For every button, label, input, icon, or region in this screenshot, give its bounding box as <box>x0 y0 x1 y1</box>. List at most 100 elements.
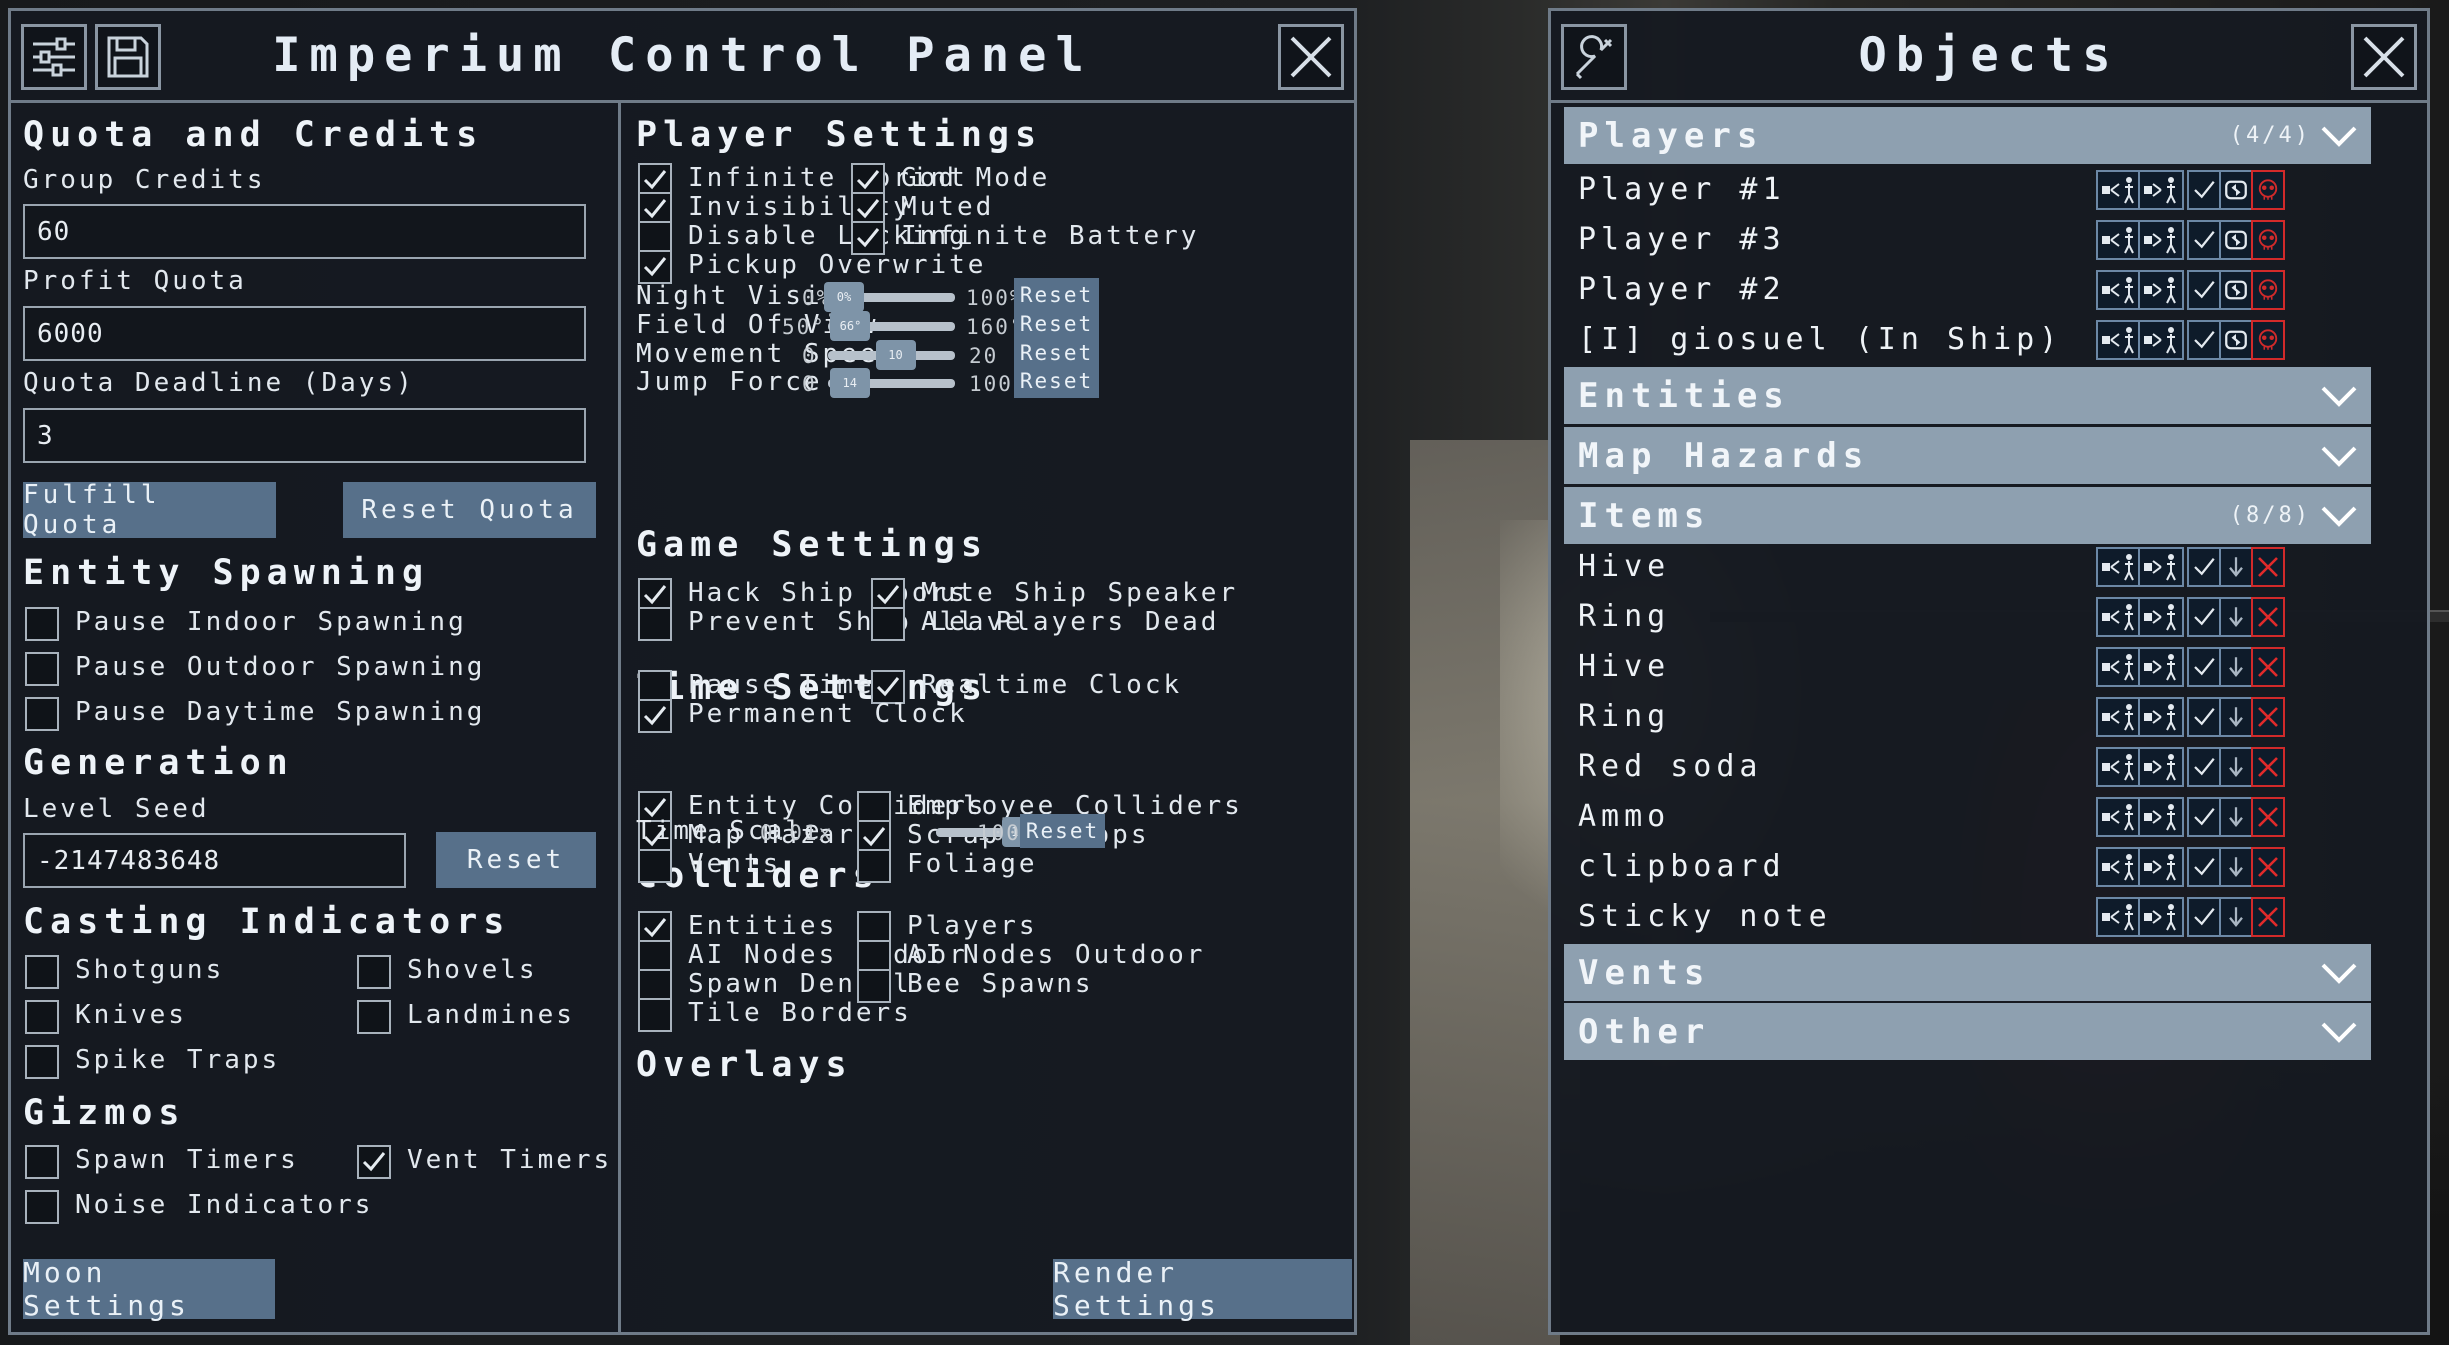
teleport-to-button[interactable] <box>2096 597 2142 637</box>
select-button[interactable] <box>2187 597 2221 637</box>
close-objects-panel-button[interactable] <box>2351 24 2417 90</box>
time-scale-reset-button[interactable]: Reset <box>1020 814 1105 848</box>
teleport-to-button[interactable] <box>2096 747 2142 787</box>
spawn-timers-checkbox[interactable] <box>25 1145 59 1179</box>
teleport-here-button[interactable] <box>2138 797 2184 837</box>
pause-indoor-spawning-checkbox[interactable] <box>25 607 59 641</box>
field-of-view-thumb[interactable]: 66° <box>830 311 871 341</box>
reset-seed-button[interactable]: Reset <box>436 832 596 888</box>
teleport-to-button[interactable] <box>2096 847 2142 887</box>
select-button[interactable] <box>2187 220 2221 260</box>
teleport-here-button[interactable] <box>2138 220 2184 260</box>
drop-button[interactable] <box>2219 547 2253 587</box>
teleport-to-button[interactable] <box>2096 220 2142 260</box>
close-control-panel-button[interactable] <box>1278 24 1344 90</box>
all-players-dead-checkbox[interactable] <box>871 607 905 641</box>
prevent-ship-leave-checkbox[interactable] <box>638 607 672 641</box>
delete-button[interactable] <box>2251 597 2285 637</box>
drop-button[interactable] <box>2219 747 2253 787</box>
select-button[interactable] <box>2187 897 2221 937</box>
teleport-here-button[interactable] <box>2138 547 2184 587</box>
teleport-to-button[interactable] <box>2096 547 2142 587</box>
night-vision-slider[interactable]: 0% <box>824 282 955 312</box>
teleport-here-button[interactable] <box>2138 270 2184 310</box>
kill-button[interactable] <box>2251 270 2285 310</box>
group-credits-input[interactable]: 60 <box>23 204 586 259</box>
objects-tools-button[interactable] <box>1561 24 1627 90</box>
vents-collider-checkbox[interactable] <box>638 849 672 883</box>
kill-button[interactable] <box>2251 170 2285 210</box>
teleport-here-button[interactable] <box>2138 747 2184 787</box>
vents-section-header[interactable]: Vents <box>1564 944 2371 1001</box>
select-button[interactable] <box>2187 547 2221 587</box>
foliage-collider-checkbox[interactable] <box>857 849 891 883</box>
pause-outdoor-spawning-checkbox[interactable] <box>25 652 59 686</box>
delete-button[interactable] <box>2251 747 2285 787</box>
revive-button[interactable] <box>2219 320 2253 360</box>
revive-button[interactable] <box>2219 270 2253 310</box>
select-button[interactable] <box>2187 170 2221 210</box>
landmines-checkbox[interactable] <box>357 1000 391 1034</box>
teleport-here-button[interactable] <box>2138 697 2184 737</box>
teleport-to-button[interactable] <box>2096 320 2142 360</box>
drop-button[interactable] <box>2219 847 2253 887</box>
tile-borders-overlay-checkbox[interactable] <box>638 998 672 1032</box>
teleport-to-button[interactable] <box>2096 647 2142 687</box>
profit-quota-input[interactable]: 6000 <box>23 306 586 361</box>
map-hazards-section-header[interactable]: Map Hazards <box>1564 427 2371 484</box>
spike-traps-checkbox[interactable] <box>25 1045 59 1079</box>
kill-button[interactable] <box>2251 320 2285 360</box>
movement-speed-slider[interactable]: 10 <box>828 340 955 370</box>
delete-button[interactable] <box>2251 547 2285 587</box>
permanent-clock-checkbox[interactable] <box>638 699 672 733</box>
select-button[interactable] <box>2187 847 2221 887</box>
teleport-here-button[interactable] <box>2138 847 2184 887</box>
entities-section-header[interactable]: Entities <box>1564 367 2371 424</box>
teleport-to-button[interactable] <box>2096 170 2142 210</box>
jump-force-thumb[interactable]: 14 <box>829 368 870 398</box>
teleport-to-button[interactable] <box>2096 897 2142 937</box>
teleport-to-button[interactable] <box>2096 797 2142 837</box>
jump-force-reset-button[interactable]: Reset <box>1014 364 1099 398</box>
delete-button[interactable] <box>2251 897 2285 937</box>
level-seed-input[interactable]: -2147483648 <box>23 833 406 888</box>
players-section-header[interactable]: Players (4/4) <box>1564 107 2371 164</box>
teleport-here-button[interactable] <box>2138 647 2184 687</box>
save-button[interactable] <box>95 24 161 90</box>
drop-button[interactable] <box>2219 597 2253 637</box>
select-button[interactable] <box>2187 747 2221 787</box>
settings-button[interactable] <box>21 24 87 90</box>
select-button[interactable] <box>2187 647 2221 687</box>
teleport-here-button[interactable] <box>2138 320 2184 360</box>
fulfill-quota-button[interactable]: Fulfill Quota <box>23 480 276 540</box>
quota-deadline-input[interactable]: 3 <box>23 408 586 463</box>
drop-button[interactable] <box>2219 697 2253 737</box>
delete-button[interactable] <box>2251 797 2285 837</box>
select-button[interactable] <box>2187 697 2221 737</box>
teleport-to-button[interactable] <box>2096 697 2142 737</box>
select-button[interactable] <box>2187 320 2221 360</box>
items-section-header[interactable]: Items (8/8) <box>1564 487 2371 544</box>
kill-button[interactable] <box>2251 220 2285 260</box>
knives-checkbox[interactable] <box>25 1000 59 1034</box>
vent-timers-checkbox[interactable] <box>357 1145 391 1179</box>
delete-button[interactable] <box>2251 847 2285 887</box>
revive-button[interactable] <box>2219 170 2253 210</box>
other-section-header[interactable]: Other <box>1564 1003 2371 1060</box>
pickup-overwrite-checkbox[interactable] <box>638 250 672 284</box>
night-vision-thumb[interactable]: 0% <box>824 282 864 312</box>
teleport-here-button[interactable] <box>2138 170 2184 210</box>
jump-force-slider[interactable]: 14 <box>828 368 955 398</box>
teleport-to-button[interactable] <box>2096 270 2142 310</box>
render-settings-button[interactable]: Render Settings <box>1053 1256 1352 1322</box>
delete-button[interactable] <box>2251 647 2285 687</box>
drop-button[interactable] <box>2219 797 2253 837</box>
revive-button[interactable] <box>2219 220 2253 260</box>
select-button[interactable] <box>2187 797 2221 837</box>
moon-settings-button[interactable]: Moon Settings <box>23 1256 275 1322</box>
teleport-here-button[interactable] <box>2138 597 2184 637</box>
drop-button[interactable] <box>2219 897 2253 937</box>
select-button[interactable] <box>2187 270 2221 310</box>
noise-indicators-checkbox[interactable] <box>25 1190 59 1224</box>
shotguns-checkbox[interactable] <box>25 955 59 989</box>
